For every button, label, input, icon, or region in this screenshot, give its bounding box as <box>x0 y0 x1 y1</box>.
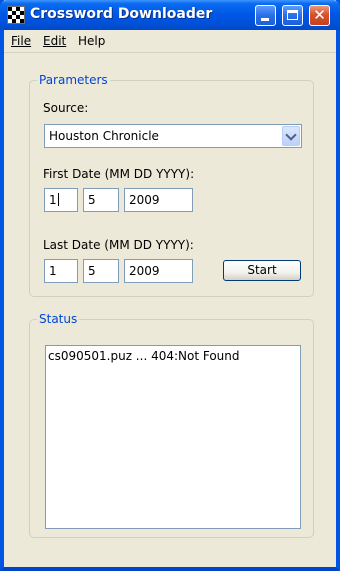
first-date-day-input[interactable]: 5 <box>83 188 119 212</box>
minimize-button[interactable] <box>255 5 276 26</box>
maximize-button[interactable] <box>282 5 303 26</box>
maximize-icon <box>287 10 298 20</box>
crossword-grid-icon[interactable] <box>7 6 25 24</box>
status-log-line: cs090501.puz ... 404:Not Found <box>48 349 240 363</box>
last-date-year-value: 2009 <box>129 264 160 278</box>
menu-help[interactable]: Help <box>78 34 105 48</box>
parameters-legend: Parameters <box>37 73 110 87</box>
close-button[interactable]: ✕ <box>309 5 330 26</box>
close-icon: ✕ <box>313 6 326 24</box>
first-date-month-value: 1 <box>49 193 57 207</box>
start-button[interactable]: Start <box>223 260 301 281</box>
menu-edit[interactable]: Edit <box>43 34 66 48</box>
status-log[interactable]: cs090501.puz ... 404:Not Found <box>45 345 301 529</box>
last-date-day-input[interactable]: 5 <box>83 259 119 283</box>
first-date-year-value: 2009 <box>129 193 160 207</box>
menu-file[interactable]: File <box>11 34 31 48</box>
source-dropdown[interactable]: Houston Chronicle <box>44 124 302 148</box>
last-date-month-input[interactable]: 1 <box>44 259 78 283</box>
minimize-icon <box>261 18 269 21</box>
first-date-label: First Date (MM DD YYYY): <box>43 167 195 181</box>
app-window: Crossword Downloader ✕ File Edit Help Pa… <box>0 0 340 571</box>
source-value: Houston Chronicle <box>49 129 159 143</box>
last-date-month-value: 1 <box>49 264 57 278</box>
first-date-month-input[interactable]: 1 <box>44 188 78 212</box>
source-label: Source: <box>43 101 89 115</box>
text-cursor <box>57 193 59 206</box>
first-date-day-value: 5 <box>88 193 96 207</box>
menu-edit-label: Edit <box>43 34 67 48</box>
status-legend: Status <box>37 312 80 326</box>
parameters-group: Parameters Source: Houston Chronicle Fir… <box>29 73 314 297</box>
menu-help-label: Help <box>78 34 106 48</box>
last-date-day-value: 5 <box>88 264 96 278</box>
title-bar[interactable]: Crossword Downloader ✕ <box>0 0 340 30</box>
first-date-year-input[interactable]: 2009 <box>124 188 193 212</box>
last-date-year-input[interactable]: 2009 <box>124 259 193 283</box>
status-group: Status cs090501.puz ... 404:Not Found <box>29 312 314 538</box>
last-date-label: Last Date (MM DD YYYY): <box>43 238 194 252</box>
menu-file-label: File <box>11 34 32 48</box>
window-title: Crossword Downloader <box>30 6 213 22</box>
chevron-down-icon[interactable] <box>282 126 300 146</box>
menu-bar: File Edit Help <box>4 30 336 53</box>
